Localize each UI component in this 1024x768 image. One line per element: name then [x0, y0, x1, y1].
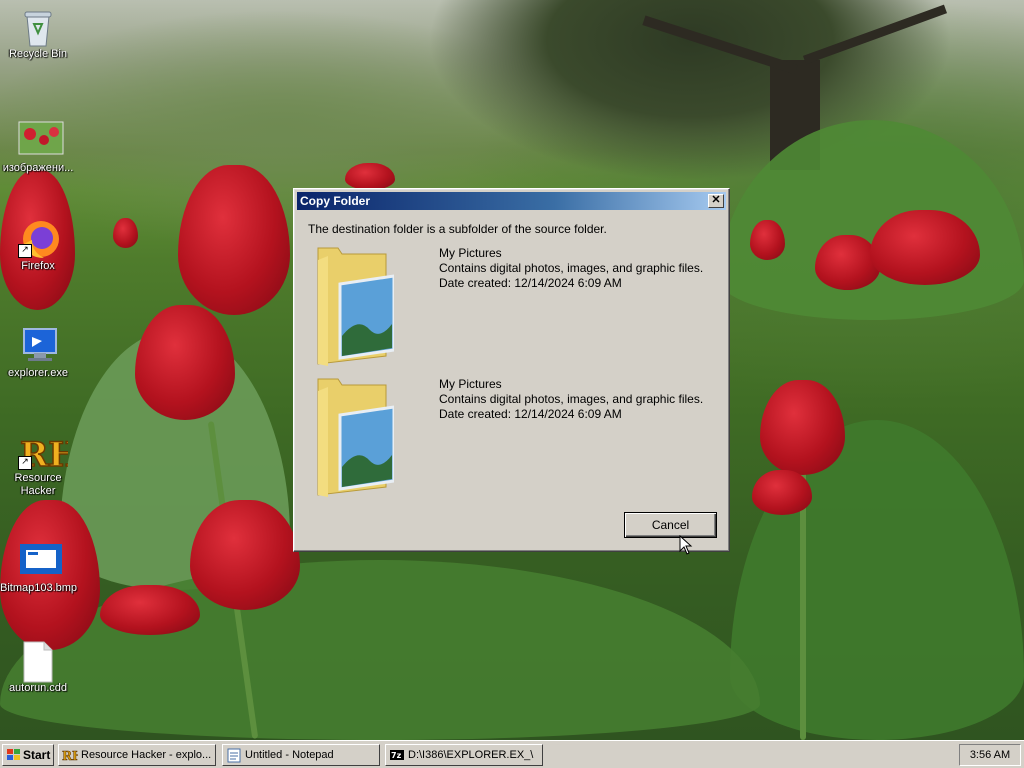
taskbar-item-7zip[interactable]: 7z D:\I386\EXPLORER.EX_\: [385, 744, 543, 766]
tulip-flower: [870, 210, 980, 285]
dialog-title: Copy Folder: [300, 194, 371, 208]
blank-file-icon: [18, 640, 58, 683]
system-clock: 3:56 AM: [959, 744, 1021, 766]
desktop-icon-firefox[interactable]: ↗ Firefox: [0, 218, 76, 273]
desktop-icon-autorun[interactable]: autorun.cdd: [0, 640, 76, 695]
copy-folder-dialog: Copy Folder ✕ The destination folder is …: [293, 188, 730, 555]
folder-date-created: Date created: 12/14/2024 6:09 AM: [439, 407, 622, 421]
image-file-icon: [18, 120, 64, 160]
close-button[interactable]: ✕: [708, 194, 724, 208]
tulip-flower: [100, 585, 200, 635]
folder-details: My Pictures Contains digital photos, ima…: [439, 377, 703, 422]
resource-hacker-icon: RH: [62, 749, 78, 763]
tulip-flower: [190, 500, 300, 610]
explorer-exe-icon: [18, 325, 58, 365]
taskbar-item-label: Untitled - Notepad: [245, 749, 334, 761]
taskbar-item-resource-hacker[interactable]: RH Resource Hacker - explo...: [58, 744, 216, 766]
dialog-titlebar[interactable]: Copy Folder ✕: [297, 192, 726, 210]
tree-branch: [642, 15, 798, 75]
taskbar: Start RH Resource Hacker - explo... Unti…: [0, 740, 1024, 768]
firefox-icon: ↗: [18, 218, 59, 258]
desktop-icon-label: изображени...: [2, 162, 74, 174]
desktop-icon-label: Bitmap103.bmp: [0, 582, 78, 594]
shortcut-arrow-icon: ↗: [18, 456, 32, 470]
tulip-flower: [178, 165, 290, 315]
taskbar-item-notepad[interactable]: Untitled - Notepad: [222, 744, 380, 766]
folder-date-created: Date created: 12/14/2024 6:09 AM: [439, 276, 622, 290]
desktop-icon-bitmap[interactable]: Bitmap103.bmp: [0, 540, 78, 595]
desktop-icon-label: explorer.exe: [8, 367, 68, 379]
svg-text:7z: 7z: [391, 751, 402, 760]
tulip-flower: [752, 470, 812, 515]
shortcut-arrow-icon: ↗: [18, 244, 32, 258]
desktop-icon-resource-hacker[interactable]: RH ↗ Resource Hacker: [0, 430, 81, 498]
bitmap-file-icon: [18, 540, 62, 580]
svg-text:RH: RH: [62, 749, 78, 763]
folder-details: My Pictures Contains digital photos, ima…: [439, 246, 703, 291]
dialog-message: The destination folder is a subfolder of…: [308, 222, 607, 236]
destination-folder-info: My Pictures Contains digital photos, ima…: [314, 377, 714, 497]
desktop-icon-image-file[interactable]: изображени...: [0, 120, 76, 175]
leaf-cluster: [0, 560, 760, 740]
pictures-folder-icon: [317, 378, 394, 497]
notepad-icon: [227, 748, 241, 763]
resource-hacker-icon: RH ↗: [18, 430, 81, 476]
windows-logo-icon: [7, 749, 20, 760]
desktop-icon-explorer-exe[interactable]: explorer.exe: [0, 325, 76, 380]
close-icon: ✕: [711, 194, 721, 206]
recycle-bin-icon: [18, 6, 58, 47]
tulip-flower: [760, 380, 845, 475]
folder-description: Contains digital photos, images, and gra…: [439, 392, 704, 406]
tulip-flower: [135, 305, 235, 420]
folder-name: My Pictures: [439, 246, 502, 260]
folder-name: My Pictures: [439, 377, 502, 391]
tulip-flower: [815, 235, 880, 290]
mouse-cursor-icon: [679, 535, 693, 555]
cancel-button[interactable]: Cancel: [624, 512, 717, 538]
taskbar-item-label: Resource Hacker - explo...: [81, 749, 212, 761]
leaf-cluster: [730, 420, 1024, 740]
tulip-flower: [750, 220, 785, 260]
source-folder-info: My Pictures Contains digital photos, ima…: [314, 246, 714, 366]
tulip-flower: [345, 163, 395, 190]
start-button[interactable]: Start: [2, 744, 54, 766]
desktop-icon-recycle-bin[interactable]: Recycle Bin: [0, 6, 76, 61]
taskbar-item-label: D:\I386\EXPLORER.EX_\: [408, 749, 534, 761]
folder-description: Contains digital photos, images, and gra…: [439, 261, 704, 275]
tree-branch: [802, 4, 948, 65]
pictures-folder-icon: [317, 247, 394, 366]
7zip-icon: 7z: [390, 750, 404, 760]
desktop-icon-label: Resource Hacker: [14, 472, 62, 497]
tulip-flower: [113, 218, 138, 248]
start-label: Start: [23, 748, 51, 762]
